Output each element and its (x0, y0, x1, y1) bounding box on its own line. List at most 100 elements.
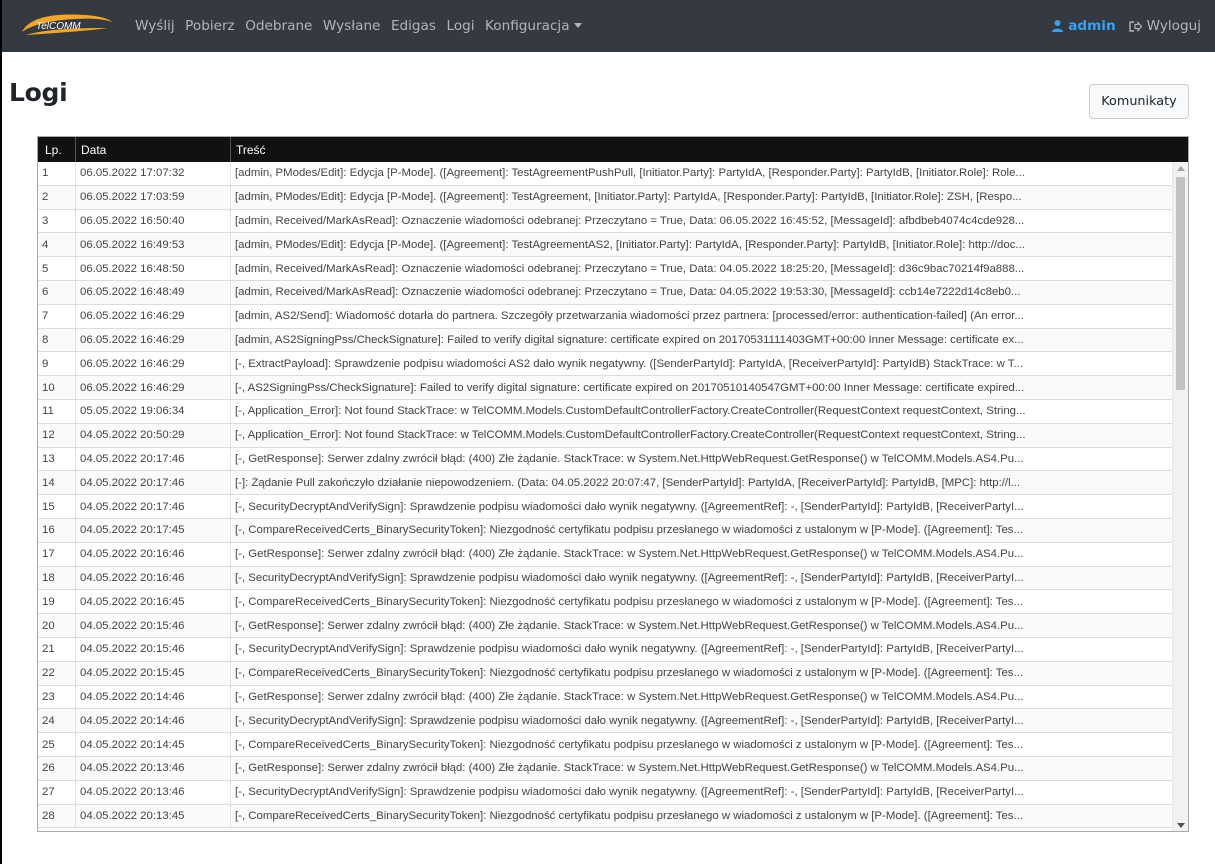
logout-link[interactable]: Wyloguj (1128, 18, 1201, 34)
nav-edigas[interactable]: Edigas (391, 18, 436, 34)
cell-tresc: [-, SecurityDecryptAndVerifySign]: Spraw… (231, 709, 1172, 732)
cell-tresc-text: [-, GetResponse]: Serwer zdalny zwrócił … (235, 548, 1024, 561)
cell-data-text: 04.05.2022 20:17:46 (80, 476, 185, 489)
table-row[interactable]: 4 06.05.2022 16:49:53 [admin, PModes/Edit]… (38, 233, 1172, 258)
cell-data-text: 06.05.2022 16:48:50 (80, 262, 185, 275)
table-row[interactable]: 22 04.05.2022 20:15:45 [-, CompareReceived… (38, 661, 1172, 686)
table-header: Lp. Data Treść (38, 137, 1188, 162)
cell-lp-text: 10 (42, 381, 55, 394)
cell-tresc: [-, Application_Error]: Not found StackT… (231, 424, 1172, 447)
cell-data: 04.05.2022 20:16:46 (76, 542, 231, 566)
cell-tresc: [admin, Received/MarkAsRead]: Oznaczenie… (231, 281, 1172, 304)
cell-tresc: [-, SecurityDecryptAndVerifySign]: Spraw… (231, 638, 1172, 661)
cell-data: 04.05.2022 20:14:45 (76, 733, 231, 756)
nav-wyslane[interactable]: Wysłane (323, 18, 381, 34)
cell-tresc-text: [-]: Żądanie Pull zakończyło działanie n… (235, 476, 1021, 489)
cell-tresc-text: [-, SecurityDecryptAndVerifySign]: Spraw… (235, 786, 1024, 799)
cell-lp-text: 4 (42, 238, 49, 251)
nav-konfiguracja-dropdown[interactable]: Konfiguracja (485, 18, 582, 34)
cell-tresc: [-, GetResponse]: Serwer zdalny zwrócił … (231, 686, 1172, 709)
table-row[interactable]: 17 04.05.2022 20:16:46 [-, GetResponse]: S… (38, 542, 1172, 567)
table-row[interactable]: 3 06.05.2022 16:50:40 [admin, Received/Mar… (38, 209, 1172, 234)
table-row[interactable]: 26 04.05.2022 20:13:46 [-, GetResponse]: S… (38, 756, 1172, 781)
cell-lp: 20 (38, 614, 76, 637)
cell-lp-text: 7 (42, 310, 49, 323)
cell-lp: 22 (38, 661, 76, 685)
cell-lp: 24 (38, 709, 76, 733)
telcomm-logo[interactable]: TelCOMM (16, 11, 114, 39)
cell-lp: 26 (38, 756, 76, 780)
table-row[interactable]: 21 04.05.2022 20:15:46 [-, SecurityDecrypt… (38, 637, 1172, 662)
table-scrollbar[interactable] (1172, 162, 1188, 831)
cell-lp-text: 22 (42, 667, 55, 680)
cell-data-text: 06.05.2022 16:46:29 (80, 310, 185, 323)
cell-tresc: [-, CompareReceivedCerts_BinarySecurityT… (231, 805, 1172, 828)
table-row[interactable]: 9 06.05.2022 16:46:29 [-, ExtractPayload]:… (38, 352, 1172, 377)
scroll-up-arrow-icon[interactable] (1177, 166, 1185, 171)
cell-tresc-text: [-, GetResponse]: Serwer zdalny zwrócił … (235, 762, 1024, 775)
cell-lp-text: 20 (42, 619, 55, 632)
cell-lp: 16 (38, 518, 76, 542)
cell-tresc-text: [-, Application_Error]: Not found StackT… (235, 405, 1026, 418)
table-row[interactable]: 16 04.05.2022 20:17:45 [-, CompareReceived… (38, 518, 1172, 543)
table-row[interactable]: 8 06.05.2022 16:46:29 [admin, AS2SigningPs… (38, 328, 1172, 353)
cell-tresc-text: [-, CompareReceivedCerts_BinarySecurityT… (235, 524, 1023, 537)
cell-lp-text: 5 (42, 262, 49, 275)
user-menu[interactable]: admin (1052, 18, 1116, 34)
cell-data-text: 04.05.2022 20:50:29 (80, 429, 185, 442)
column-header-tresc[interactable]: Treść (231, 137, 1188, 162)
cell-tresc-text: [-, Application_Error]: Not found StackT… (235, 429, 1026, 442)
table-row[interactable]: 10 06.05.2022 16:46:29 [-, AS2SigningPss/C… (38, 376, 1172, 400)
table-row[interactable]: 1 06.05.2022 17:07:32 [admin, PModes/Edit]… (38, 162, 1172, 186)
cell-lp: 1 (38, 162, 76, 185)
logs-table: Lp. Data Treść 1 06.05.2022 17:07:32 [admi… (37, 136, 1189, 832)
scrollbar-thumb[interactable] (1176, 177, 1185, 390)
cell-tresc: [-, GetResponse]: Serwer zdalny zwrócił … (231, 543, 1172, 566)
table-row[interactable]: 11 05.05.2022 19:06:34 [-, Application_Err… (38, 399, 1172, 424)
table-row[interactable]: 12 04.05.2022 20:50:29 [-, Application_Err… (38, 423, 1172, 448)
logout-label: Wyloguj (1146, 18, 1201, 34)
table-row[interactable]: 28 04.05.2022 20:13:45 [-, CompareReceived… (38, 804, 1172, 829)
cell-tresc: [admin, Received/MarkAsRead]: Oznaczenie… (231, 257, 1172, 280)
cell-lp-text: 8 (42, 333, 49, 346)
cell-tresc-text: [-, AS2SigningPss/CheckSignature]: Faile… (235, 381, 1025, 394)
cell-lp: 3 (38, 209, 76, 233)
cell-lp-text: 28 (42, 809, 55, 822)
table-row[interactable]: 27 04.05.2022 20:13:46 [-, SecurityDecrypt… (38, 780, 1172, 805)
cell-lp-text: 11 (42, 405, 54, 418)
table-row[interactable]: 25 04.05.2022 20:14:45 [-, CompareReceived… (38, 733, 1172, 757)
cell-lp: 21 (38, 637, 76, 661)
table-row[interactable]: 7 06.05.2022 16:46:29 [admin, AS2/Send]: W… (38, 304, 1172, 329)
table-row[interactable]: 15 04.05.2022 20:17:46 [-, SecurityDecrypt… (38, 495, 1172, 519)
table-row[interactable]: 19 04.05.2022 20:16:45 [-, CompareReceived… (38, 590, 1172, 615)
column-header-data[interactable]: Data (76, 137, 231, 162)
cell-lp-text: 12 (42, 429, 55, 442)
cell-data-text: 06.05.2022 16:50:40 (80, 214, 185, 227)
table-row[interactable]: 24 04.05.2022 20:14:46 [-, SecurityDecrypt… (38, 709, 1172, 734)
nav-logi[interactable]: Logi (446, 18, 474, 34)
table-row[interactable]: 2 06.05.2022 17:03:59 [admin, PModes/Edit]… (38, 185, 1172, 210)
table-row[interactable]: 6 06.05.2022 16:48:49 [admin, Received/Mar… (38, 280, 1172, 305)
cell-lp: 9 (38, 352, 76, 376)
nav-pobierz[interactable]: Pobierz (185, 18, 235, 34)
nav-odebrane[interactable]: Odebrane (245, 18, 312, 34)
cell-lp-text: 3 (42, 214, 49, 227)
table-row[interactable]: 13 04.05.2022 20:17:46 [-, GetResponse]: S… (38, 447, 1172, 472)
cell-tresc: [-, SecurityDecryptAndVerifySign]: Spraw… (231, 781, 1172, 804)
column-header-lp[interactable]: Lp. (38, 137, 76, 162)
table-row[interactable]: 23 04.05.2022 20:14:46 [-, GetResponse]: S… (38, 685, 1172, 710)
cell-tresc: [-, Application_Error]: Not found StackT… (231, 400, 1172, 423)
komunikaty-button[interactable]: Komunikaty (1089, 84, 1189, 119)
table-row[interactable]: 18 04.05.2022 20:16:46 [-, SecurityDecrypt… (38, 566, 1172, 591)
cell-data-text: 04.05.2022 20:13:46 (80, 762, 185, 775)
table-row[interactable]: 14 04.05.2022 20:17:46 [-]: Żądanie Pull z… (38, 471, 1172, 496)
table-body: 1 06.05.2022 17:07:32 [admin, PModes/Edit]… (38, 162, 1172, 829)
nav-wyslij[interactable]: Wyślij (135, 18, 175, 34)
cell-lp: 2 (38, 185, 76, 209)
scroll-down-arrow-icon[interactable] (1177, 823, 1185, 828)
table-row[interactable]: 20 04.05.2022 20:15:46 [-, GetResponse]: S… (38, 614, 1172, 638)
caret-down-icon (573, 22, 582, 28)
cell-data-text: 06.05.2022 16:48:49 (80, 286, 185, 299)
cell-tresc: [-, ExtractPayload]: Sprawdzenie podpisu… (231, 352, 1172, 375)
table-row[interactable]: 5 06.05.2022 16:48:50 [admin, Received/Mar… (38, 257, 1172, 281)
